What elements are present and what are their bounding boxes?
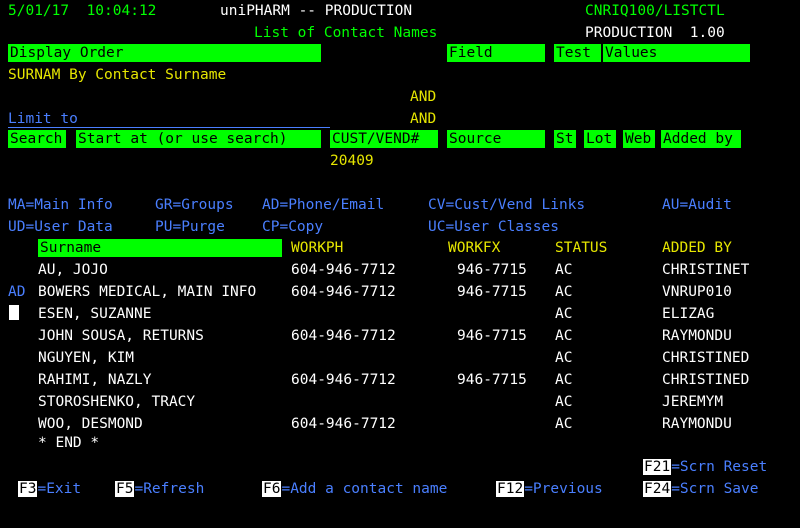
- f6-label: =Add a contact name: [281, 481, 448, 497]
- program-id: CNRIQ100/LISTCTL: [585, 3, 725, 19]
- f6-key[interactable]: F6: [262, 481, 282, 497]
- screen-title: List of Contact Names: [254, 25, 438, 41]
- row-surname: JOHN SOUSA, RETURNS: [38, 328, 204, 344]
- lot-field[interactable]: Lot: [584, 130, 616, 148]
- cust-vend-field[interactable]: CUST/VEND#: [330, 130, 438, 148]
- and-operator: AND: [410, 111, 437, 127]
- row-added-by: CHRISTINED: [662, 350, 750, 366]
- row-added-by: JEREMYM: [662, 394, 724, 410]
- web-field[interactable]: Web: [623, 130, 655, 148]
- f5-key[interactable]: F5: [115, 481, 135, 497]
- row-workfx: 946-7715: [457, 372, 527, 388]
- f21-key[interactable]: F21: [643, 459, 672, 475]
- f21-scrn-reset[interactable]: F21=Scrn Reset: [643, 456, 767, 478]
- row-status: AC: [555, 262, 573, 278]
- cmd-copy: CP=Copy: [262, 219, 324, 235]
- environment-label: PRODUCTION 1.00: [585, 25, 725, 41]
- column-header-workph: WORKPH: [291, 240, 344, 256]
- cust-vend-value: 20409: [330, 153, 374, 169]
- cmd-purge: PU=Purge: [155, 219, 225, 235]
- row-status: AC: [555, 328, 573, 344]
- row-added-by: CHRISTINET: [662, 262, 750, 278]
- text-cursor[interactable]: [9, 305, 19, 320]
- f12-key[interactable]: F12: [496, 481, 525, 497]
- row-workfx: 946-7715: [457, 328, 527, 344]
- row-added-by: RAYMONDU: [662, 328, 732, 344]
- f12-label: =Previous: [524, 481, 603, 497]
- row-surname: AU, JOJO: [38, 262, 108, 278]
- row-workph: 604-946-7712: [291, 416, 396, 432]
- f3-label: =Exit: [37, 481, 82, 497]
- cmd-main-info: MA=Main Info: [8, 197, 113, 213]
- row-surname: BOWERS MEDICAL, MAIN INFO: [38, 284, 257, 300]
- f3-exit[interactable]: F3=Exit: [18, 478, 81, 500]
- row-status: AC: [555, 372, 573, 388]
- end-of-list: * END *: [38, 435, 100, 451]
- source-field[interactable]: Source: [447, 130, 545, 148]
- f6-add-contact[interactable]: F6=Add a contact name: [262, 478, 447, 500]
- row-added-by: RAYMONDU: [662, 416, 732, 432]
- f24-key[interactable]: F24: [643, 481, 672, 497]
- field-input[interactable]: Field: [447, 44, 545, 62]
- column-header-status: STATUS: [555, 240, 608, 256]
- column-header-workfx: WORKFX: [448, 240, 501, 256]
- row-status: AC: [555, 416, 573, 432]
- row-workph: 604-946-7712: [291, 262, 396, 278]
- row-status: AC: [555, 306, 573, 322]
- date-time: 5/01/17 10:04:12: [8, 3, 157, 19]
- row-added-by: VNRUP010: [662, 284, 732, 300]
- f5-refresh[interactable]: F5=Refresh: [115, 478, 204, 500]
- cmd-user-data: UD=User Data: [8, 219, 113, 235]
- row-workph: 604-946-7712: [291, 328, 396, 344]
- cmd-phone-email: AD=Phone/Email: [262, 197, 385, 213]
- cmd-groups: GR=Groups: [155, 197, 234, 213]
- f3-key[interactable]: F3: [18, 481, 38, 497]
- row-status: AC: [555, 350, 573, 366]
- row-status: AC: [555, 394, 573, 410]
- display-order-value: SURNAM By Contact Surname: [8, 67, 227, 83]
- row-surname: NGUYEN, KIM: [38, 350, 135, 366]
- row-workph: 604-946-7712: [291, 284, 396, 300]
- app-title: uniPHARM -- PRODUCTION: [220, 3, 413, 19]
- search-field[interactable]: Search: [8, 130, 66, 148]
- column-header-surname[interactable]: Surname: [38, 239, 282, 257]
- cmd-user-classes: UC=User Classes: [428, 219, 559, 235]
- and-operator: AND: [410, 89, 437, 105]
- f12-previous[interactable]: F12=Previous: [496, 478, 603, 500]
- f21-label: =Scrn Reset: [671, 459, 768, 475]
- row-added-by: ELIZAG: [662, 306, 715, 322]
- values-input[interactable]: Values: [603, 44, 750, 62]
- f24-label: =Scrn Save: [671, 481, 759, 497]
- f24-scrn-save[interactable]: F24=Scrn Save: [643, 478, 759, 500]
- row-workph: 604-946-7712: [291, 372, 396, 388]
- column-header-added-by: ADDED BY: [662, 240, 732, 256]
- start-at-field[interactable]: Start at (or use search): [76, 130, 321, 148]
- cmd-cust-vend-links: CV=Cust/Vend Links: [428, 197, 586, 213]
- added-by-field[interactable]: Added by: [661, 130, 741, 148]
- display-order-field[interactable]: Display Order: [8, 44, 321, 62]
- row-surname: ESEN, SUZANNE: [38, 306, 152, 322]
- row-surname: RAHIMI, NAZLY: [38, 372, 152, 388]
- limit-to-label: Limit to: [8, 108, 330, 128]
- row-workfx: 946-7715: [457, 262, 527, 278]
- status-filter-field[interactable]: St: [554, 130, 576, 148]
- test-input[interactable]: Test: [554, 44, 601, 62]
- row-added-by: CHRISTINED: [662, 372, 750, 388]
- row-workfx: 946-7715: [457, 284, 527, 300]
- cmd-audit: AU=Audit: [662, 197, 732, 213]
- row-status: AC: [555, 284, 573, 300]
- row-surname: STOROSHENKO, TRACY: [38, 394, 196, 410]
- row-action[interactable]: AD: [8, 281, 25, 303]
- f5-label: =Refresh: [134, 481, 205, 497]
